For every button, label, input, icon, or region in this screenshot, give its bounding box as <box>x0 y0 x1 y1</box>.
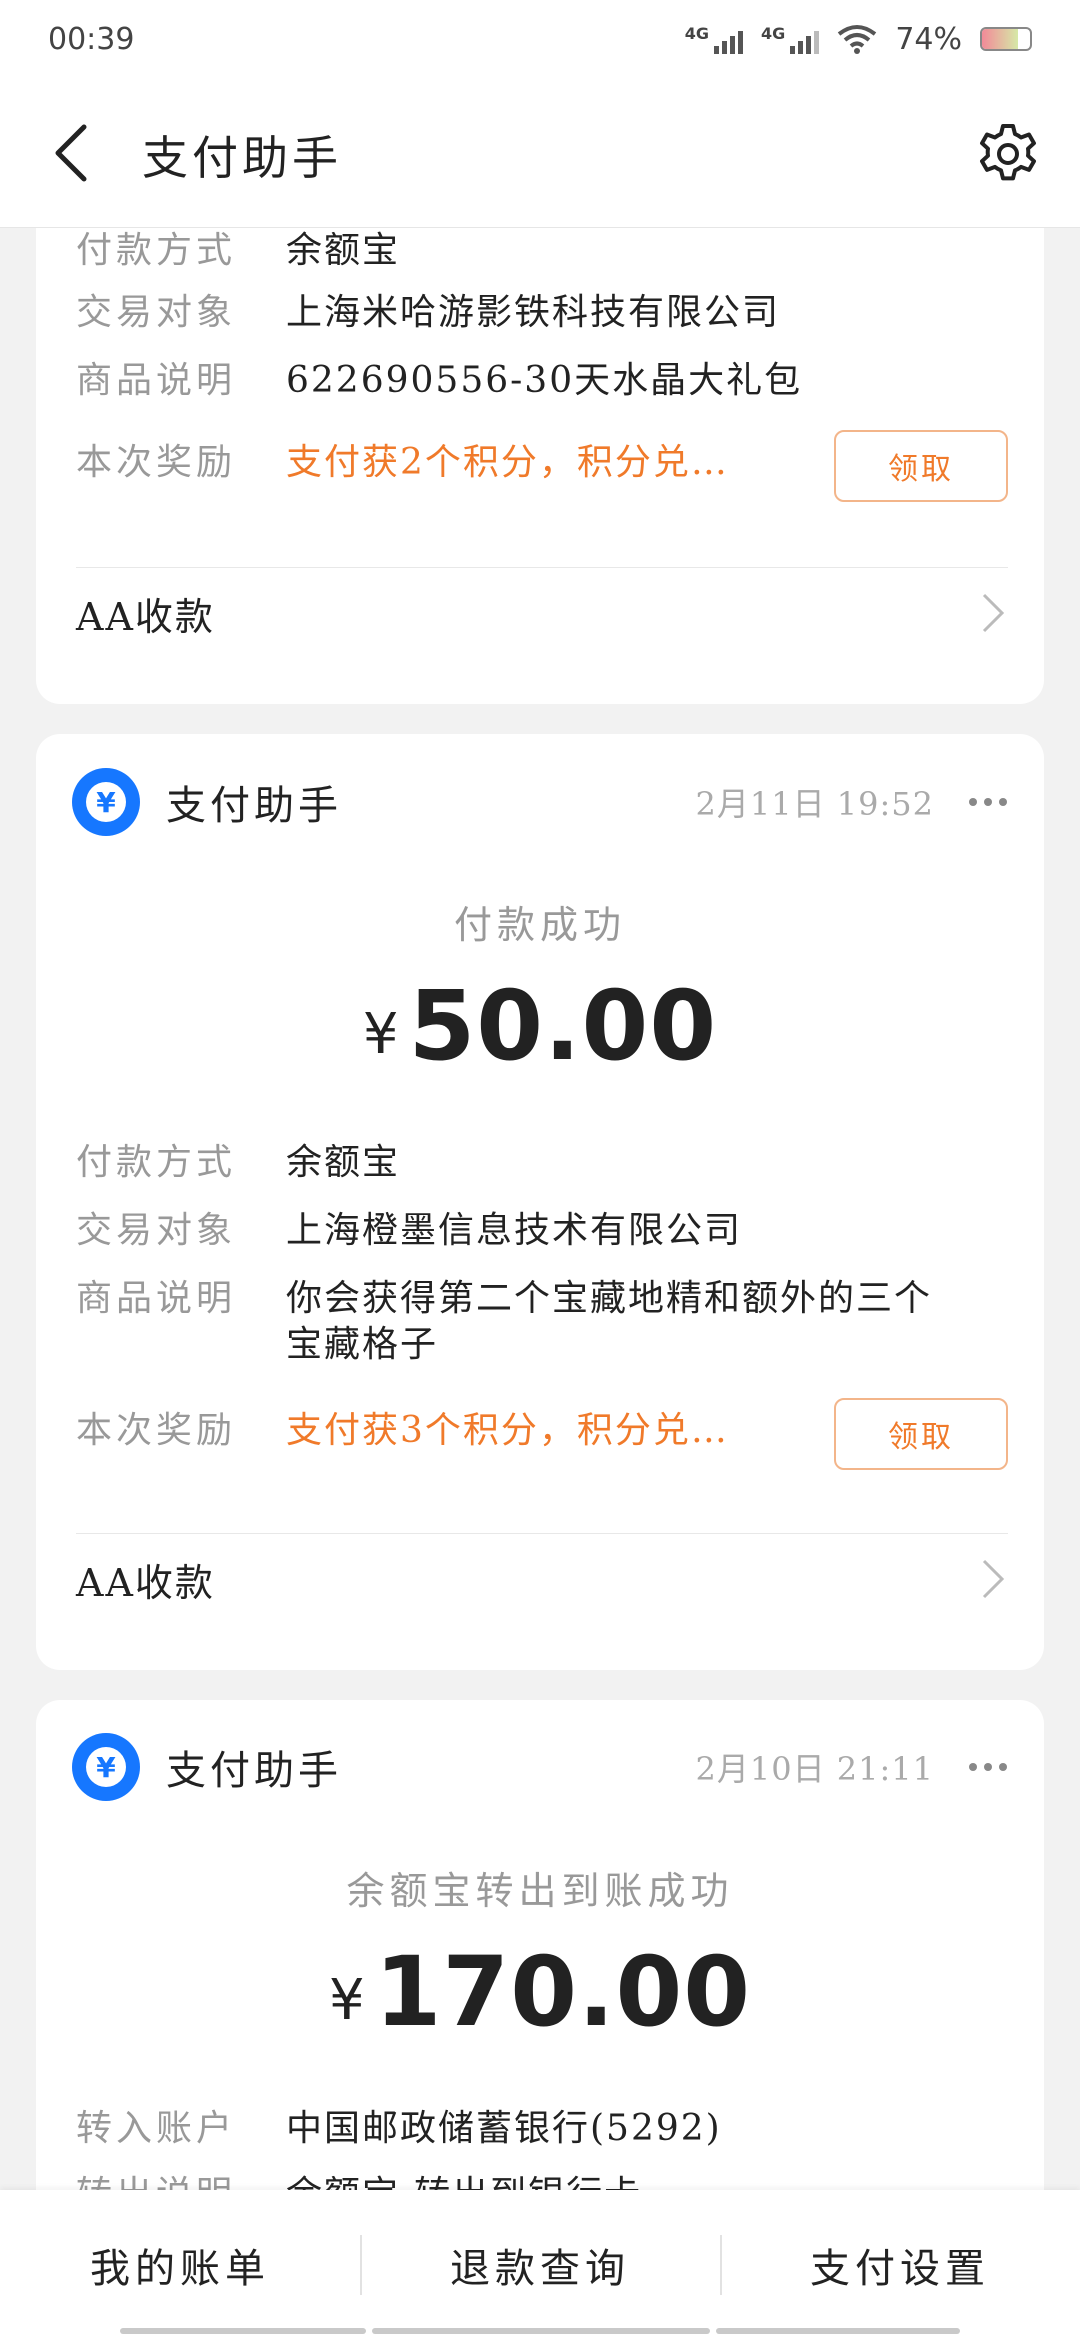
pay-method-label: 付款方式 <box>76 230 237 271</box>
counterparty-value: 上海米哈游影铁科技有限公司 <box>286 292 781 333</box>
app-header: 支付助手 <box>0 78 1080 228</box>
card-sender: 支付助手 <box>166 783 342 829</box>
aa-collect-label: AA收款 <box>76 594 215 639</box>
pay-method-value: 余额宝 <box>286 230 401 271</box>
gear-icon[interactable] <box>976 122 1040 186</box>
status-time: 00:39 <box>48 21 135 57</box>
transfer-account-row: 转入账户 中国邮政储蓄银行(5292) <box>76 2106 1006 2152</box>
pay-method-row: 付款方式 余额宝 <box>76 228 1006 274</box>
network-type: 4G <box>684 24 710 43</box>
claim-button[interactable]: 领取 <box>834 430 1008 502</box>
claim-button[interactable]: 领取 <box>834 1398 1008 1470</box>
reward-label: 本次奖励 <box>76 1410 237 1451</box>
reward-value: 支付获3个积分，积分兑… <box>286 1410 729 1451</box>
pay-method-label: 付款方式 <box>76 1142 237 1183</box>
network-type: 4G <box>761 24 786 43</box>
page-title: 支付助手 <box>142 131 342 185</box>
card-sender: 支付助手 <box>166 1748 342 1794</box>
battery-percent: 74% <box>895 21 962 57</box>
item-desc-value: 622690556-30天水晶大礼包 <box>286 360 803 401</box>
signal-icon: 4G <box>684 24 744 54</box>
alipay-yen-icon: ¥ <box>72 768 140 836</box>
aa-collect-row[interactable]: AA收款 <box>76 568 1008 658</box>
more-icon[interactable] <box>968 797 1008 807</box>
more-icon[interactable] <box>968 1762 1008 1772</box>
item-desc-line: 你会获得第二个宝藏地精和额外的三个 <box>286 1278 933 1319</box>
back-arrow-icon[interactable] <box>48 123 92 183</box>
amount-value: 50.00 <box>408 970 718 1082</box>
tab-payment-settings[interactable]: 支付设置 <box>720 2190 1080 2340</box>
transfer-account-value: 中国邮政储蓄银行(5292) <box>286 2108 722 2149</box>
bottom-tab-bar: 我的账单 退款查询 支付设置 <box>0 2190 1080 2340</box>
reward-label: 本次奖励 <box>76 442 237 483</box>
reward-row: 本次奖励 支付获2个积分，积分兑… <box>76 440 766 486</box>
card-timestamp: 2月11日 19:52 <box>695 785 934 823</box>
item-desc-row: 商品说明 你会获得第二个宝藏地精和额外的三个 宝藏格子 <box>76 1276 1006 1368</box>
item-desc-line: 宝藏格子 <box>286 1324 439 1365</box>
currency-symbol: ¥ <box>362 1002 399 1067</box>
battery-icon <box>980 27 1032 51</box>
tab-refund-query[interactable]: 退款查询 <box>360 2190 720 2340</box>
transfer-account-label: 转入账户 <box>76 2108 237 2149</box>
reward-row: 本次奖励 支付获3个积分，积分兑… <box>76 1408 766 1454</box>
item-desc-label: 商品说明 <box>76 360 237 401</box>
counterparty-row: 交易对象 上海橙墨信息技术有限公司 <box>76 1208 1006 1254</box>
card-header: ¥ 支付助手 2月11日 19:52 <box>72 767 1008 837</box>
status-bar: 00:39 4G 4G 74% <box>0 0 1080 78</box>
aa-collect-label: AA收款 <box>76 1560 215 1605</box>
transfer-status: 余额宝转出到账成功 <box>346 1869 734 1913</box>
card-header: ¥ 支付助手 2月10日 21:11 <box>72 1732 1008 1802</box>
tab-my-bills[interactable]: 我的账单 <box>0 2190 360 2340</box>
gesture-bar <box>120 2328 366 2334</box>
item-desc-value: 你会获得第二个宝藏地精和额外的三个 宝藏格子 <box>286 1276 1006 1368</box>
chevron-right-icon <box>982 593 1005 633</box>
payment-card: ¥ 支付助手 2月11日 19:52 付款成功 ¥50.00 付款方式 余额宝 … <box>36 734 1044 1670</box>
battery-fill <box>982 29 1018 49</box>
counterparty-row: 交易对象 上海米哈游影铁科技有限公司 <box>76 290 1006 336</box>
transfer-card: ¥ 支付助手 2月10日 21:11 余额宝转出到账成功 ¥170.00 转入账… <box>36 1700 1044 2220</box>
counterparty-value: 上海橙墨信息技术有限公司 <box>286 1210 743 1251</box>
item-desc-label: 商品说明 <box>76 1278 237 1319</box>
status-icons: 4G 4G 74% <box>685 22 1032 57</box>
payment-card: 付款方式 余额宝 交易对象 上海米哈游影铁科技有限公司 商品说明 6226905… <box>36 228 1044 704</box>
payment-status: 付款成功 <box>453 903 626 947</box>
counterparty-label: 交易对象 <box>76 292 237 333</box>
card-timestamp: 2月10日 21:11 <box>695 1750 934 1788</box>
pay-method-row: 付款方式 余额宝 <box>76 1140 1006 1186</box>
amount-value: 170.00 <box>374 1936 752 2048</box>
gesture-bar <box>372 2328 710 2334</box>
gesture-bar <box>716 2328 960 2334</box>
wifi-icon <box>838 25 877 54</box>
item-desc-row: 商品说明 622690556-30天水晶大礼包 <box>76 358 1006 404</box>
reward-value: 支付获2个积分，积分兑… <box>286 442 729 483</box>
transfer-amount: ¥170.00 <box>36 1936 1044 2048</box>
chevron-right-icon <box>982 1559 1005 1599</box>
pay-method-value: 余额宝 <box>286 1142 401 1183</box>
payment-amount: ¥50.00 <box>36 970 1044 1082</box>
aa-collect-row[interactable]: AA收款 <box>76 1534 1008 1624</box>
alipay-yen-icon: ¥ <box>72 1733 140 1801</box>
currency-symbol: ¥ <box>328 1968 365 2033</box>
signal-icon: 4G <box>761 24 820 54</box>
counterparty-label: 交易对象 <box>76 1210 237 1251</box>
